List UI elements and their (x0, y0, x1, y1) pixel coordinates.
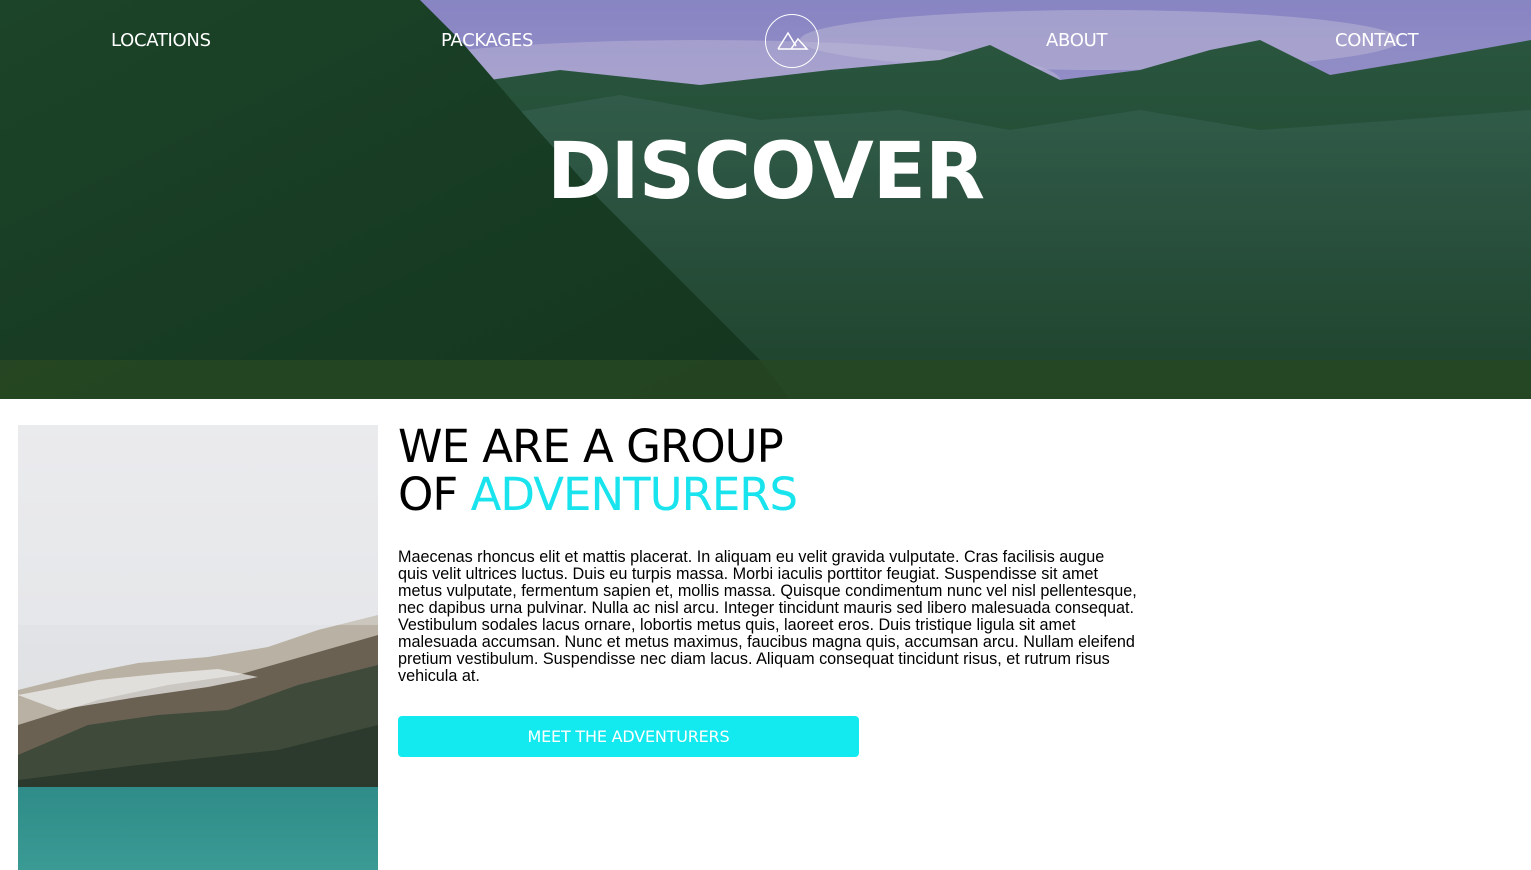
meet-adventurers-button[interactable]: MEET THE ADVENTURERS (398, 716, 859, 757)
about-headline: WE ARE A GROUP OF ADVENTURERS (398, 420, 798, 521)
hero-banner: LOCATIONS PACKAGES ABOUT CONTACT DISCOVE… (0, 0, 1531, 399)
mountain-logo-icon[interactable] (765, 14, 819, 68)
headline-line-1: WE ARE A GROUP (398, 420, 784, 473)
nav-packages[interactable]: PACKAGES (441, 30, 533, 51)
nav-contact[interactable]: CONTACT (1335, 30, 1419, 51)
headline-prefix: OF (398, 468, 458, 521)
about-body-text: Maecenas rhoncus elit et mattis placerat… (398, 548, 1137, 685)
hero-title: DISCOVER (546, 127, 985, 217)
headline-line-2: OF ADVENTURERS (398, 468, 798, 521)
nav-about[interactable]: ABOUT (1046, 30, 1107, 51)
nav-locations[interactable]: LOCATIONS (111, 30, 211, 51)
lake-mountain-photo (18, 425, 378, 870)
headline-accent: ADVENTURERS (470, 468, 798, 521)
